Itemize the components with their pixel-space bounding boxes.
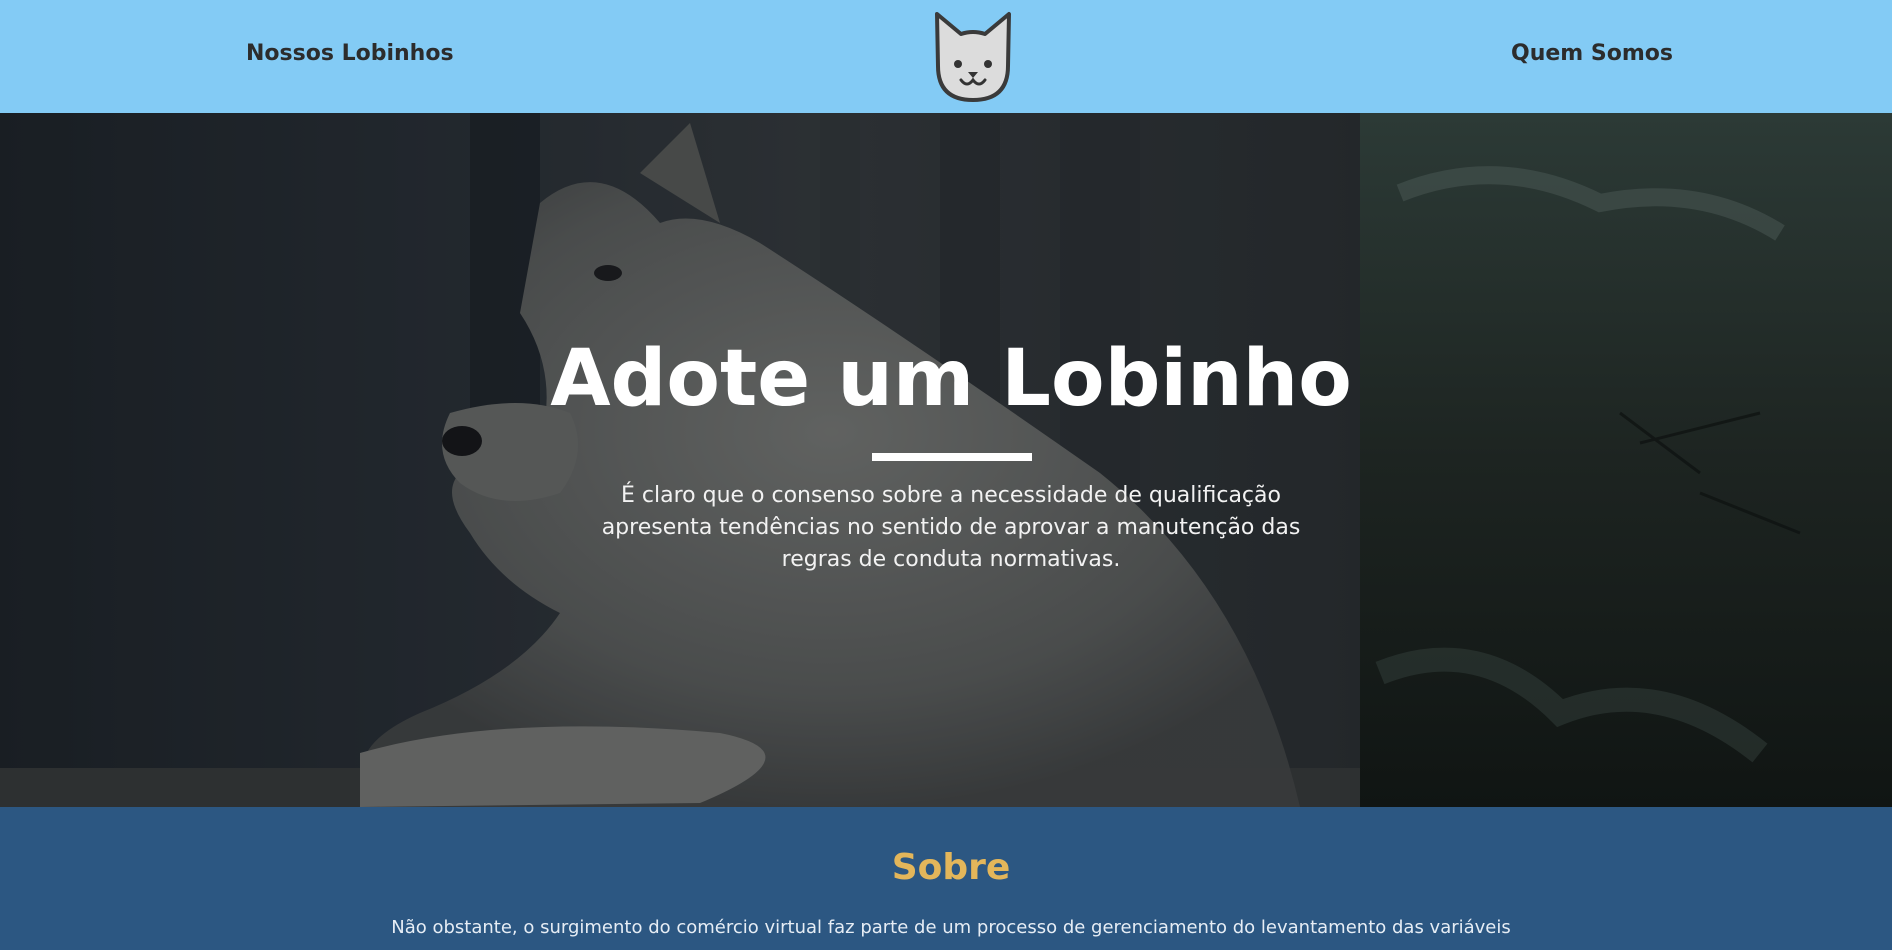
hero-banner: Adote um Lobinho É claro que o consenso … <box>0 113 1892 807</box>
hero-title: Adote um Lobinho <box>550 334 1352 424</box>
site-header: Nossos Lobinhos Quem Somos <box>0 0 1892 113</box>
hero-divider <box>872 453 1032 461</box>
about-text: Não obstante, o surgimento do comércio v… <box>391 917 1511 938</box>
nav-link-quem-somos[interactable]: Quem Somos <box>1511 41 1673 66</box>
about-title: Sobre <box>891 847 1011 888</box>
cat-face-icon[interactable] <box>928 6 1018 106</box>
nav-link-nossos-lobinhos[interactable]: Nossos Lobinhos <box>246 41 454 66</box>
hero-description: É claro que o consenso sobre a necessida… <box>601 483 1301 572</box>
about-section: Sobre Não obstante, o surgimento do comé… <box>0 807 1892 950</box>
